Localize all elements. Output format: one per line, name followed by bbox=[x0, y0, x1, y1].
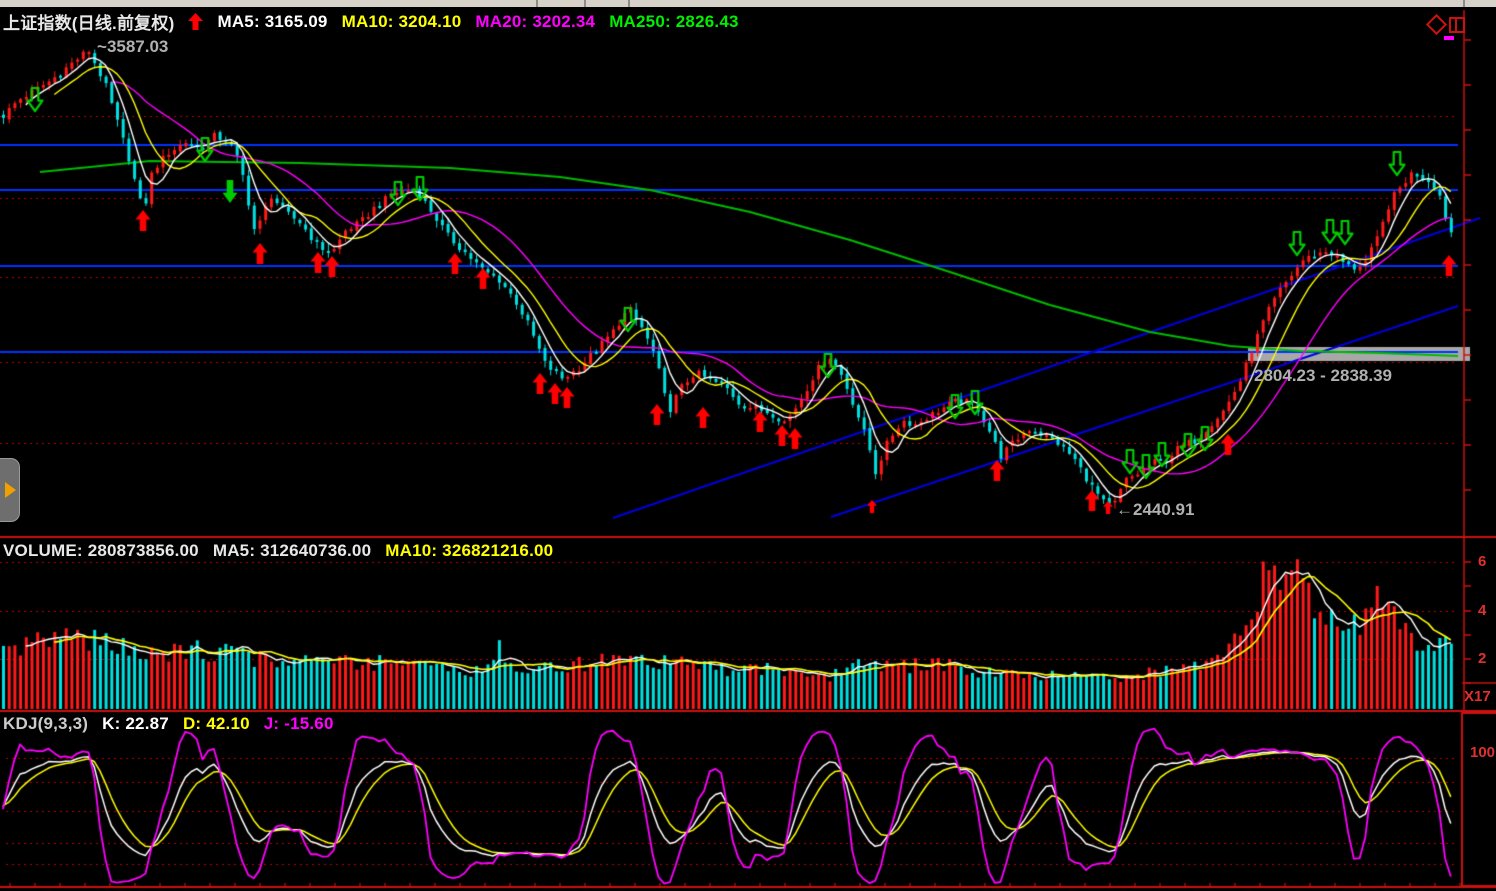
peak-leader-glyph: ~ bbox=[97, 37, 107, 56]
strip-notch bbox=[584, 0, 586, 7]
stock-chart-window: 上证指数(日线.前复权) MA5: 3165.09 MA10: 3204.10 … bbox=[0, 0, 1496, 891]
ma10-value-label: MA10: 3204.10 bbox=[342, 12, 462, 32]
volume-axis-tick-6: 6 bbox=[1478, 553, 1486, 570]
volume-ma5-label: MA5: 312640736.00 bbox=[213, 541, 371, 561]
ma5-value-label: MA5: 3165.09 bbox=[217, 12, 327, 32]
expand-arrow-icon bbox=[5, 482, 16, 498]
gap-range-label: 2804.23 - 2838.39 bbox=[1254, 366, 1392, 386]
peak-price-label: ~3587.03 bbox=[97, 37, 168, 57]
chart-canvas[interactable] bbox=[0, 0, 1496, 891]
volume-ma10-label: MA10: 326821216.00 bbox=[385, 541, 553, 561]
volume-axis-tick-4: 4 bbox=[1478, 602, 1486, 619]
split-window-icon[interactable] bbox=[1449, 17, 1465, 33]
chart-title: 上证指数(日线.前复权) bbox=[3, 9, 174, 34]
ma20-value-label: MA20: 3202.34 bbox=[475, 12, 595, 32]
magenta-marker-icon[interactable] bbox=[1444, 36, 1454, 40]
buy-signal-arrow-icon bbox=[188, 13, 203, 30]
main-pane-header: 上证指数(日线.前复权) MA5: 3165.09 MA10: 3204.10 … bbox=[3, 9, 739, 34]
volume-pane-header: VOLUME: 280873856.00 MA5: 312640736.00 M… bbox=[3, 541, 553, 561]
low-price-label: ←2440.91 bbox=[1116, 500, 1194, 520]
strip-notch bbox=[536, 0, 538, 7]
kdj-params-label: KDJ(9,3,3) bbox=[3, 714, 88, 734]
volume-axis-tick-2: 2 bbox=[1478, 650, 1486, 667]
volume-value-label: VOLUME: 280873856.00 bbox=[3, 541, 199, 561]
ma250-value-label: MA250: 2826.43 bbox=[609, 12, 738, 32]
volume-scale-label: X17 bbox=[1464, 688, 1491, 705]
strip-notch bbox=[1463, 0, 1465, 7]
strip-notch bbox=[628, 0, 630, 7]
kdj-pane-header: KDJ(9,3,3) K: 22.87 D: 42.10 J: -15.60 bbox=[3, 714, 334, 734]
kdj-k-label: K: 22.87 bbox=[102, 714, 169, 734]
split-window-icon-divider bbox=[1455, 19, 1457, 31]
kdj-d-label: D: 42.10 bbox=[183, 714, 250, 734]
kdj-j-label: J: -15.60 bbox=[264, 714, 334, 734]
window-edge-strip bbox=[0, 0, 1496, 7]
sidebar-expand-handle[interactable] bbox=[0, 458, 20, 522]
kdj-axis-tick-100: 100 bbox=[1470, 744, 1495, 761]
